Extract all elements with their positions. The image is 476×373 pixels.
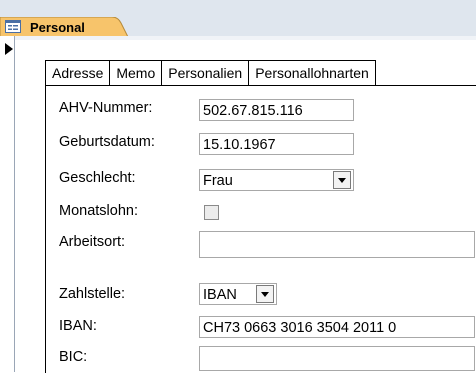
monatslohn-checkbox[interactable] [204,205,219,220]
tab-adresse[interactable]: Adresse [45,60,110,86]
arbeitsort-input[interactable] [199,231,475,258]
personal-form: Adresse Memo Personalien Personallohnart… [35,54,476,373]
iban-label: IBAN: [59,318,97,334]
current-record-arrow-icon [5,43,13,55]
tab-panel-personalien: AHV-Nummer: 502.67.815.116 Geburtsdatum:… [45,85,476,373]
tab-personalien[interactable]: Personalien [161,60,249,86]
tab-personallohnarten[interactable]: Personallohnarten [248,60,376,86]
record-selector-column[interactable] [0,36,15,372]
geschlecht-dropdown-button[interactable] [333,171,351,189]
geburtsdatum-label: Geburtsdatum: [59,134,155,150]
geburtsdatum-input[interactable]: 15.10.1967 [199,133,354,155]
form-tabs: Adresse Memo Personalien Personallohnart… [45,60,376,86]
geschlecht-label: Geschlecht: [59,170,136,186]
document-tab-personal[interactable]: Personal [0,17,130,37]
geschlecht-select[interactable]: Frau [199,169,354,191]
ahv-input[interactable]: 502.67.815.116 [199,99,354,121]
form-icon [5,20,21,33]
tab-memo[interactable]: Memo [109,60,162,86]
document-tab-title: Personal [30,20,85,35]
zahlstelle-dropdown-button[interactable] [256,285,274,303]
bic-label: BIC: [59,349,88,365]
zahlstelle-label: Zahlstelle: [59,286,126,302]
bic-input[interactable] [199,346,475,371]
ahv-label: AHV-Nummer: [59,100,153,116]
record-selector-bar [0,36,476,40]
iban-input[interactable]: CH73 0663 3016 3504 2011 0 [199,316,475,338]
arbeitsort-label: Arbeitsort: [59,234,126,250]
monatslohn-label: Monatslohn: [59,203,138,219]
